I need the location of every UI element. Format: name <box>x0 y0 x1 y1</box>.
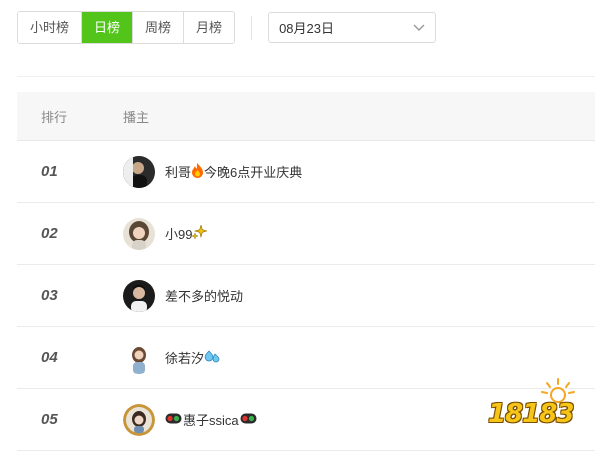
rank-number: 02 <box>41 225 58 242</box>
tab-weekly[interactable]: 周榜 <box>133 12 185 43</box>
table-row[interactable]: 03 差不多的悦动 <box>17 265 595 327</box>
toolbar-divider <box>251 15 253 40</box>
site-watermark-logo: 18183 <box>488 375 588 435</box>
anchor-name[interactable]: 利哥 今晚6点开业庆典 <box>165 162 302 181</box>
anchor-name[interactable]: 小99 <box>165 223 209 243</box>
avatar[interactable] <box>123 279 155 312</box>
fire-icon <box>191 162 204 181</box>
watermark-text: 18183 <box>488 399 574 429</box>
rank-number: 04 <box>41 349 58 366</box>
table-header: 排行 播主 <box>17 92 595 141</box>
avatar[interactable] <box>123 155 155 188</box>
column-header-anchor: 播主 <box>123 109 150 125</box>
tab-monthly[interactable]: 月榜 <box>184 12 235 43</box>
sparkle-icon <box>191 223 209 242</box>
period-tabs: 小时榜 日榜 周榜 月榜 <box>17 11 236 44</box>
traffic-light-icon <box>165 412 182 427</box>
droplets-icon <box>204 350 220 366</box>
date-value: 08月23日 <box>279 21 334 36</box>
table-row[interactable]: 01 利哥 今晚6点开业庆典 <box>17 141 595 203</box>
anchor-name[interactable]: 徐若汐 <box>165 348 220 367</box>
rank-number: 03 <box>41 287 58 304</box>
avatar[interactable] <box>123 341 155 374</box>
section-divider <box>17 76 595 77</box>
date-picker[interactable]: 08月23日 <box>268 12 437 43</box>
avatar[interactable] <box>123 403 155 436</box>
ranking-toolbar: 小时榜 日榜 周榜 月榜 08月23日 <box>17 11 437 44</box>
tab-hourly[interactable]: 小时榜 <box>18 12 83 43</box>
anchor-name[interactable]: 差不多的悦动 <box>165 286 243 305</box>
avatar[interactable] <box>123 217 155 250</box>
rank-number: 05 <box>41 411 58 428</box>
tab-daily[interactable]: 日榜 <box>82 12 134 43</box>
anchor-name[interactable]: 惠子ssica <box>165 410 257 429</box>
table-row[interactable]: 02 小99 <box>17 203 595 265</box>
traffic-light-icon <box>240 412 257 427</box>
chevron-down-icon <box>413 24 425 32</box>
rank-number: 01 <box>41 163 58 180</box>
column-header-rank: 排行 <box>41 109 68 125</box>
